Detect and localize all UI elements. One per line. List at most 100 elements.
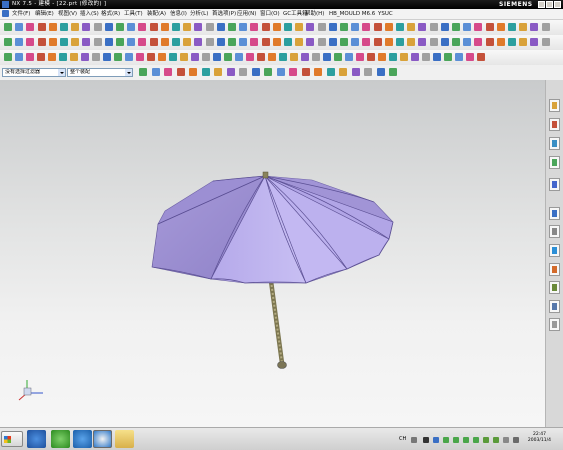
row2-tool-icon-20[interactable] <box>217 38 225 46</box>
row2-tool-icon-48[interactable] <box>530 38 538 46</box>
row1-tool-icon-40[interactable] <box>441 23 449 31</box>
selection-tool-icon-21[interactable] <box>389 68 397 76</box>
row1-tool-icon-36[interactable] <box>396 23 404 31</box>
selection-tool-icon-18[interactable] <box>352 68 360 76</box>
menu-insert[interactable]: 插入(S) <box>80 9 99 19</box>
row3-tool-icon-5[interactable] <box>48 53 56 61</box>
row2-tool-icon-33[interactable] <box>362 38 370 46</box>
umbrella-tip[interactable] <box>262 171 269 179</box>
row2-tool-icon-5[interactable] <box>49 38 57 46</box>
row1-tool-icon-21[interactable] <box>228 23 236 31</box>
training-icon[interactable] <box>549 318 560 331</box>
chevron-down-icon[interactable] <box>58 69 65 76</box>
row2-tool-icon-25[interactable] <box>273 38 281 46</box>
start-button[interactable] <box>1 431 23 447</box>
constraint-navigator-icon[interactable] <box>549 118 560 131</box>
row1-tool-icon-14[interactable] <box>150 23 158 31</box>
row1-tool-icon-10[interactable] <box>105 23 113 31</box>
row2-tool-icon-15[interactable] <box>161 38 169 46</box>
row2-tool-icon-7[interactable] <box>71 38 79 46</box>
row1-tool-icon-38[interactable] <box>418 23 426 31</box>
row2-tool-icon-28[interactable] <box>306 38 314 46</box>
row3-tool-icon-20[interactable] <box>213 53 221 61</box>
selection-tool-icon-3[interactable] <box>164 68 172 76</box>
system-materials-icon[interactable] <box>549 244 560 257</box>
menu-format[interactable]: 格式(R) <box>101 9 120 19</box>
row3-tool-icon-14[interactable] <box>147 53 155 61</box>
tray-app-icon-2[interactable] <box>453 437 459 443</box>
row3-tool-icon-4[interactable] <box>37 53 45 61</box>
row2-tool-icon-32[interactable] <box>351 38 359 46</box>
web-browser-icon[interactable] <box>549 207 560 220</box>
menu-ysuc[interactable]: YSUC <box>378 9 393 19</box>
type-filter-dropdown[interactable]: 没有选择过滤器 <box>2 68 66 77</box>
selection-tool-icon-17[interactable] <box>339 68 347 76</box>
row2-tool-icon-16[interactable] <box>172 38 180 46</box>
row3-tool-icon-38[interactable] <box>411 53 419 61</box>
row1-tool-icon-24[interactable] <box>262 23 270 31</box>
menu-view[interactable]: 视图(V) <box>58 9 77 19</box>
row1-tool-icon-46[interactable] <box>508 23 516 31</box>
row1-tool-icon-33[interactable] <box>362 23 370 31</box>
menu-info[interactable]: 信息(I) <box>170 9 187 19</box>
row2-tool-icon-36[interactable] <box>396 38 404 46</box>
chevron-down-icon[interactable] <box>125 69 132 76</box>
row2-tool-icon-22[interactable] <box>239 38 247 46</box>
row2-tool-icon-42[interactable] <box>463 38 471 46</box>
row1-tool-icon-3[interactable] <box>26 23 34 31</box>
row3-tool-icon-41[interactable] <box>444 53 452 61</box>
assembly-navigator-icon[interactable] <box>549 99 560 112</box>
row2-tool-icon-37[interactable] <box>407 38 415 46</box>
row1-tool-icon-11[interactable] <box>116 23 124 31</box>
row2-tool-icon-2[interactable] <box>15 38 23 46</box>
row1-tool-icon-47[interactable] <box>519 23 527 31</box>
row3-tool-icon-29[interactable] <box>312 53 320 61</box>
row3-tool-icon-33[interactable] <box>356 53 364 61</box>
row2-tool-icon-45[interactable] <box>497 38 505 46</box>
row3-tool-icon-13[interactable] <box>136 53 144 61</box>
selection-tool-icon-13[interactable] <box>289 68 297 76</box>
roles-icon[interactable] <box>549 281 560 294</box>
row1-tool-icon-19[interactable] <box>206 23 214 31</box>
row3-tool-icon-3[interactable] <box>26 53 34 61</box>
row1-tool-icon-12[interactable] <box>127 23 135 31</box>
selection-tool-icon-1[interactable] <box>139 68 147 76</box>
row1-tool-icon-15[interactable] <box>161 23 169 31</box>
row1-tool-icon-18[interactable] <box>194 23 202 31</box>
row3-tool-icon-40[interactable] <box>433 53 441 61</box>
row3-tool-icon-18[interactable] <box>191 53 199 61</box>
row3-tool-icon-17[interactable] <box>180 53 188 61</box>
row2-tool-icon-14[interactable] <box>150 38 158 46</box>
row3-tool-icon-10[interactable] <box>103 53 111 61</box>
tray-app-icon-7[interactable] <box>513 437 519 443</box>
minimize-icon[interactable] <box>538 1 545 8</box>
row2-tool-icon-31[interactable] <box>340 38 348 46</box>
menu-preferences[interactable]: 首选项(P) <box>212 9 236 19</box>
row1-tool-icon-9[interactable] <box>94 23 102 31</box>
menu-file[interactable]: 文件(F) <box>12 9 30 19</box>
row2-tool-icon-34[interactable] <box>374 38 382 46</box>
row3-tool-icon-12[interactable] <box>125 53 133 61</box>
row2-tool-icon-17[interactable] <box>183 38 191 46</box>
tray-app-icon-6[interactable] <box>493 437 499 443</box>
hd3d-tools-icon[interactable] <box>549 178 560 191</box>
ie-icon[interactable] <box>93 430 112 448</box>
selection-tool-icon-9[interactable] <box>239 68 247 76</box>
folder-icon[interactable] <box>115 430 134 448</box>
language-indicator[interactable]: CH <box>399 436 406 442</box>
scope-dropdown[interactable]: 整个装配 <box>67 68 133 77</box>
monitor-icon[interactable] <box>423 437 429 443</box>
row1-tool-icon-27[interactable] <box>295 23 303 31</box>
row2-tool-icon-47[interactable] <box>519 38 527 46</box>
network-icon[interactable] <box>433 437 439 443</box>
process-studio-icon[interactable] <box>549 263 560 276</box>
row2-tool-icon-1[interactable] <box>4 38 12 46</box>
row3-tool-icon-7[interactable] <box>70 53 78 61</box>
selection-tool-icon-6[interactable] <box>202 68 210 76</box>
row2-tool-icon-35[interactable] <box>385 38 393 46</box>
row2-tool-icon-10[interactable] <box>105 38 113 46</box>
row1-tool-icon-28[interactable] <box>306 23 314 31</box>
row3-tool-icon-23[interactable] <box>246 53 254 61</box>
row2-tool-icon-11[interactable] <box>116 38 124 46</box>
maximize-icon[interactable] <box>546 1 553 8</box>
